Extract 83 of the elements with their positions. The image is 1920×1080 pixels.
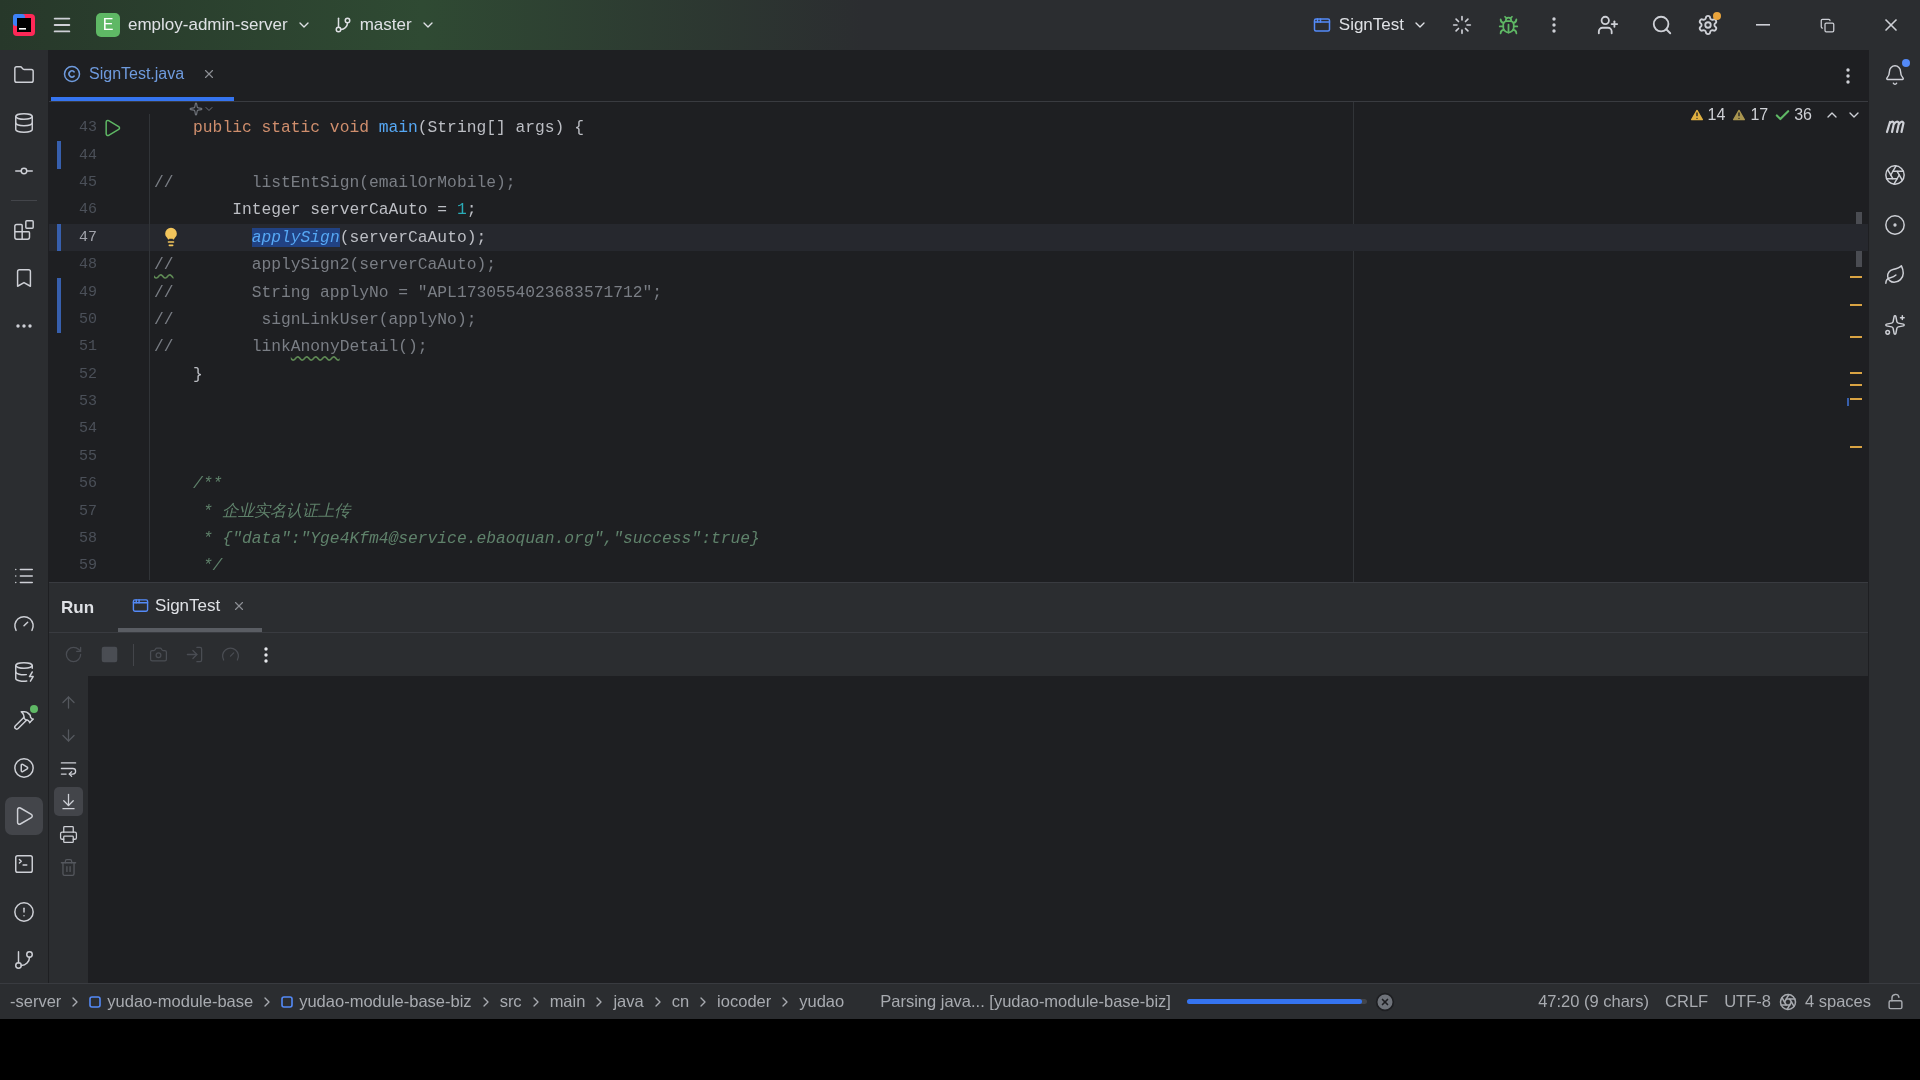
loading-icon [1452,15,1472,35]
rerun-icon [63,645,83,664]
module-icon [89,995,102,1008]
hammer-icon [13,709,35,731]
branch-selector[interactable]: master [325,7,444,43]
background-task: Parsing java... [yudao-module-base-biz] [879,992,1172,1011]
project-selector[interactable]: E employ-admin-server [88,7,320,43]
blocks-icon [13,219,35,241]
breadcrumb[interactable]: src [499,992,522,1011]
inspection-count: 36 [1794,106,1812,124]
more-icon [264,646,268,663]
folder-icon [13,64,35,86]
breadcrumb[interactable]: cn [671,992,690,1011]
exit-icon [184,645,204,664]
minimize-icon [1756,24,1770,26]
file-encoding[interactable]: UTF-8 [1716,992,1779,1011]
more-icon [1552,17,1556,33]
restore-icon [1819,17,1835,33]
alert-icon [13,901,35,923]
branch-icon [13,949,35,971]
caret-position[interactable]: 47:20 (9 chars) [1530,992,1658,1011]
more-icon [1846,67,1850,84]
window-icon [132,597,150,614]
wrap-icon [59,759,78,778]
sparkle-icon [189,102,203,116]
code-line: Integer serverCaAuto = 1; [231,200,477,220]
trash-icon [59,858,78,877]
print-icon [59,825,78,844]
unlock-icon[interactable] [1887,993,1904,1010]
stop-icon [99,645,119,664]
editor-tab[interactable]: SignTest.java [51,50,234,101]
settings-icon [1697,14,1719,36]
inspection-count: 14 [1707,106,1726,124]
branch-icon [333,16,352,34]
bug-icon [1497,14,1519,36]
inlay-hint-button[interactable] [189,102,215,116]
breadcrumb[interactable]: main [549,992,586,1011]
notification-dot [1901,59,1910,67]
run-icon[interactable] [102,117,122,138]
code-line: /** [192,474,223,494]
gauge-icon [220,645,240,664]
breadcrumb[interactable]: yudao-module-base-biz [299,992,472,1011]
code-line: * 企业实名认证上传 [201,501,351,523]
add-user-icon [1597,14,1619,36]
window-icon [1312,16,1331,34]
cancel-icon[interactable] [1374,991,1395,1012]
run-config-selector[interactable]: SignTest [1304,7,1436,43]
scroll-to-end-icon [59,792,78,811]
code-line: public static void main(String[] args) { [192,118,584,138]
more-icon [16,324,32,328]
breadcrumb[interactable]: -server [10,992,62,1011]
aperture-icon[interactable] [1778,992,1797,1011]
code-line: applySign(serverCaAuto); [250,227,487,247]
code-line: // String applyNo = "APL1730554023683571712"; [154,282,663,302]
code-line: // signLinkUser(applyNo); [154,309,477,329]
breadcrumb[interactable]: java [613,992,644,1011]
indent-setting[interactable]: 4 spaces [1796,992,1879,1011]
app-logo-icon [12,13,36,37]
notification-dot [1713,12,1721,20]
scroll-to-end-button[interactable] [54,787,83,816]
code-line: */ [201,556,223,576]
code-line: // listEntSign(emailOrMobile); [154,172,516,192]
class-icon [63,64,81,83]
breadcrumb[interactable]: iocoder [717,992,772,1011]
terminal-icon [13,853,35,875]
code-line: // applySign2(serverCaAuto); [154,255,496,275]
panel-title: Run [61,596,96,619]
tool-window-button[interactable] [5,797,43,835]
database-icon [13,112,35,134]
services-icon [13,757,35,779]
search-icon [1651,14,1673,36]
code-line: } [192,364,203,384]
breadcrumb[interactable]: yudao-module-base [107,992,254,1011]
code-line: * {"data":"Yge4Kfm4@service.ebaoquan.org","success":true} [201,529,760,549]
breadcrumb[interactable]: yudao [799,992,845,1011]
database-icon [13,661,35,683]
module-icon [281,995,294,1008]
line-separator[interactable]: CRLF [1657,992,1717,1011]
status-dot [30,705,38,713]
line-number: 47 [78,228,97,246]
camera-icon [148,645,168,664]
code-line: // linkAnonyDetail(); [154,337,428,357]
inspection-count: 17 [1750,106,1769,124]
